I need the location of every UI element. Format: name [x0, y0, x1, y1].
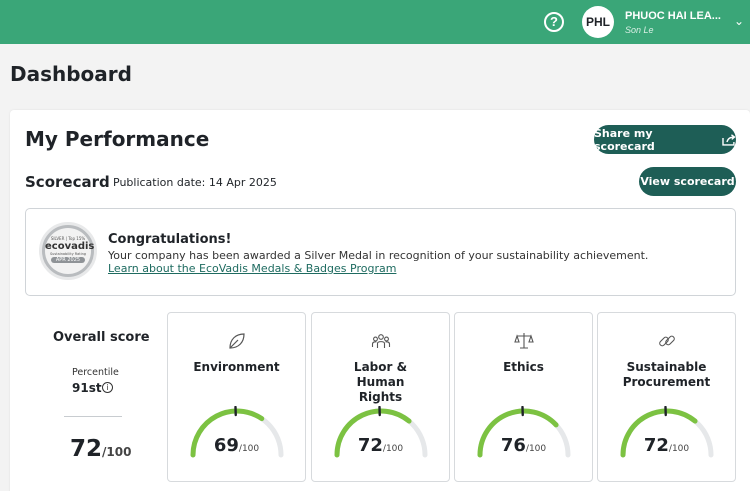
theme-score: 69/100: [168, 435, 305, 456]
performance-title: My Performance: [25, 127, 210, 151]
share-scorecard-button[interactable]: Share my scorecard: [594, 125, 736, 154]
ecovadis-silver-medal-badge: SILVER | Top 15% ecovadis Sustainability…: [39, 222, 97, 280]
badge-subtitle: Sustainability Rating: [49, 252, 87, 256]
scorecard-heading: Scorecard: [25, 173, 110, 191]
divider: [64, 416, 122, 417]
overall-score-max: /100: [102, 445, 132, 459]
theme-score-value: 76: [500, 435, 526, 456]
theme-score-max: /100: [382, 444, 404, 454]
theme-score: 72/100: [598, 435, 735, 456]
scales-icon: [514, 333, 534, 349]
theme-card-sustainable-procurement[interactable]: Sustainable Procurement 72/100: [597, 312, 736, 482]
theme-name: Ethics: [503, 360, 544, 374]
publication-date: Publication date: 14 Apr 2025: [113, 176, 277, 189]
theme-card-environment[interactable]: Environment 69/100: [167, 312, 306, 482]
percentile-value: 91st: [72, 381, 102, 395]
share-icon: [722, 133, 736, 146]
theme-score-max: /100: [525, 444, 547, 454]
share-scorecard-label: Share my scorecard: [594, 126, 655, 153]
theme-name: Sustainable Procurement: [622, 360, 711, 389]
overall-score: 72/100: [70, 436, 131, 462]
overall-score-value: 72: [70, 436, 103, 462]
theme-name: Environment: [193, 360, 280, 374]
congratulations-text: Your company has been awarded a Silver M…: [108, 249, 649, 262]
theme-score: 72/100: [312, 435, 449, 456]
chevron-down-icon[interactable]: ⌄: [734, 14, 744, 28]
avatar[interactable]: PHL: [582, 6, 614, 38]
people-icon: [371, 334, 391, 348]
theme-score: 76/100: [455, 435, 592, 456]
info-icon[interactable]: i: [102, 382, 113, 393]
help-icon[interactable]: ?: [544, 12, 564, 32]
theme-card-ethics[interactable]: Ethics 76/100: [454, 312, 593, 482]
user-name[interactable]: PHUOC HAI LEA...: [625, 10, 721, 22]
overall-score-label: Overall score: [53, 330, 150, 345]
user-subtitle: Son Le: [625, 25, 654, 35]
theme-name: Labor & Human Rights: [353, 360, 408, 404]
view-scorecard-button[interactable]: View scorecard: [639, 167, 736, 196]
theme-score-value: 72: [643, 435, 669, 456]
congratulations-title: Congratulations!: [108, 232, 232, 247]
percentile-label: Percentile: [72, 367, 119, 378]
medals-program-link[interactable]: Learn about the EcoVadis Medals & Badges…: [108, 262, 396, 275]
chain-link-icon: [659, 335, 675, 347]
badge-date: APR 2025: [51, 257, 85, 263]
theme-score-max: /100: [668, 444, 690, 454]
theme-score-max: /100: [238, 444, 260, 454]
badge-brand: ecovadis: [45, 241, 95, 252]
top-bar: ? PHL PHUOC HAI LEA... Son Le ⌄: [0, 0, 750, 44]
leaf-icon: [229, 333, 245, 349]
theme-score-value: 69: [213, 435, 239, 456]
theme-card-labor-human-rights[interactable]: Labor & Human Rights 72/100: [311, 312, 450, 482]
page-title: Dashboard: [10, 62, 132, 86]
theme-score-value: 72: [357, 435, 383, 456]
view-scorecard-label: View scorecard: [640, 175, 735, 188]
